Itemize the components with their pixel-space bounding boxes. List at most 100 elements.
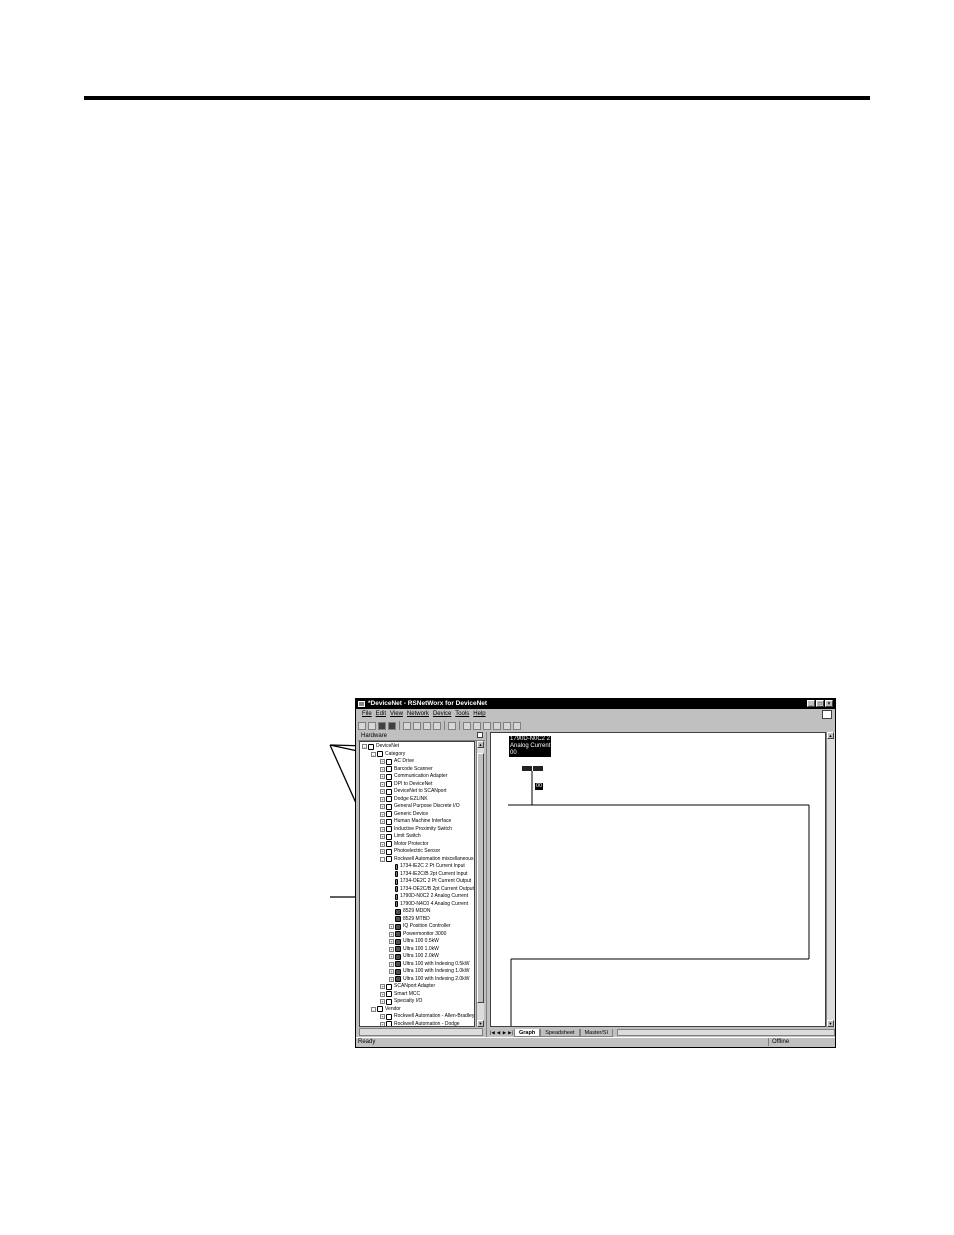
mdi-restore-button[interactable]: [822, 710, 832, 719]
tree-item[interactable]: + Inductive Proximity Switch: [380, 826, 452, 834]
tree-item[interactable]: + Ultra 100 0.5kW: [389, 938, 439, 946]
properties-icon[interactable]: [513, 721, 521, 730]
expand-icon[interactable]: +: [380, 999, 385, 1005]
tree-item[interactable]: + Photoelectric Sensor: [380, 848, 440, 856]
device-icon[interactable]: [522, 766, 532, 771]
tree-item[interactable]: 8529 MDDN: [389, 908, 431, 916]
graph-vscrollbar[interactable]: ▲ ▼: [826, 732, 835, 1027]
maximize-button[interactable]: □: [816, 700, 824, 707]
tree-item[interactable]: + Ultra 100 with Indexing 2.0kW: [389, 976, 469, 984]
tree-item[interactable]: 1790D-N4C0 4 Analog Current: [389, 901, 468, 909]
tree-item[interactable]: + Generic Device: [380, 811, 428, 819]
collapse-icon[interactable]: -: [380, 856, 385, 862]
tree-item[interactable]: + Motor Protector: [380, 841, 428, 849]
new-icon[interactable]: [358, 721, 366, 730]
expand-icon[interactable]: +: [389, 961, 394, 967]
hardware-hscrollbar[interactable]: [359, 1028, 483, 1036]
tree-item[interactable]: - DeviceNet: [362, 743, 399, 751]
graph-hscrollbar[interactable]: [616, 1029, 835, 1036]
menu-network[interactable]: Network: [407, 709, 429, 719]
tree-item[interactable]: + Ultra 100 with Indexing 0.5kW: [389, 961, 469, 969]
tree-item[interactable]: + Ultra 100 1.0kW: [389, 946, 439, 954]
tree-item[interactable]: - Vendor: [371, 1006, 401, 1014]
expand-icon[interactable]: +: [380, 984, 385, 990]
close-button[interactable]: ×: [825, 700, 833, 707]
tree-item[interactable]: + DPI to DeviceNet: [380, 781, 432, 789]
tree-item[interactable]: 8529 MTBD: [389, 916, 430, 924]
expand-icon[interactable]: +: [380, 811, 385, 817]
tab-graph[interactable]: Graph: [514, 1028, 541, 1037]
tree-item[interactable]: + AC Drive: [380, 758, 414, 766]
tab-master-slave[interactable]: Master/Sl: [579, 1028, 613, 1037]
expand-icon[interactable]: +: [380, 826, 385, 832]
scroll-up-icon[interactable]: ▲: [827, 732, 834, 739]
tree-item[interactable]: 1734-OE2C/B 2pt Current Output: [389, 886, 474, 894]
copy-icon[interactable]: [413, 721, 421, 730]
scroll-down-icon[interactable]: ▼: [477, 1020, 484, 1027]
expand-icon[interactable]: +: [380, 1014, 385, 1020]
hardware-vscrollbar[interactable]: ▲ ▼: [476, 741, 484, 1027]
paste-icon[interactable]: [423, 721, 431, 730]
expand-icon[interactable]: +: [380, 804, 385, 810]
tree-item[interactable]: + General Purpose Discrete I/O: [380, 803, 460, 811]
menu-edit[interactable]: Edit: [376, 709, 386, 719]
expand-icon[interactable]: +: [389, 954, 394, 960]
tree-item[interactable]: + Barcode Scanner: [380, 766, 433, 774]
next-tab-icon[interactable]: ▶: [502, 1030, 507, 1036]
expand-icon[interactable]: +: [380, 849, 385, 855]
expand-icon[interactable]: +: [380, 759, 385, 765]
tree-item[interactable]: - Category: [371, 751, 405, 759]
tree-item[interactable]: - Rockwell Automation miscellaneous: [380, 856, 473, 864]
expand-icon[interactable]: +: [380, 991, 385, 997]
menu-help[interactable]: Help: [473, 709, 485, 719]
tree-item[interactable]: 1790D-N0C2 2 Analog Current: [389, 893, 468, 901]
network-graph[interactable]: 1790D-N0C2 2 Analog Current 00 00: [490, 732, 826, 1027]
expand-icon[interactable]: +: [380, 774, 385, 780]
expand-icon[interactable]: +: [389, 946, 394, 952]
menu-tools[interactable]: Tools: [455, 709, 469, 719]
download-icon[interactable]: [503, 721, 511, 730]
expand-icon[interactable]: +: [389, 976, 394, 982]
graph-view-icon[interactable]: [463, 721, 471, 730]
help-icon[interactable]: [433, 721, 441, 730]
expand-icon[interactable]: +: [389, 969, 394, 975]
expand-icon[interactable]: +: [389, 924, 394, 930]
expand-icon[interactable]: +: [389, 931, 394, 937]
tree-item[interactable]: 1734-OE2C 2 Pt Current Output: [389, 878, 471, 886]
expand-icon[interactable]: +: [380, 1021, 385, 1026]
device-icon[interactable]: [533, 766, 543, 771]
tree-item[interactable]: + Powermonitor 3000: [389, 931, 446, 939]
first-tab-icon[interactable]: |◀: [490, 1030, 495, 1036]
tree-item[interactable]: + IQ Position Controller: [389, 923, 451, 931]
expand-icon[interactable]: +: [380, 834, 385, 840]
tree-item[interactable]: + Dodge EZLINK: [380, 796, 428, 804]
tree-item[interactable]: + DeviceNet to SCANport: [380, 788, 447, 796]
menu-device[interactable]: Device: [433, 709, 451, 719]
tree-item[interactable]: + Ultra 100 with Indexing 1.0kW: [389, 968, 469, 976]
upload-icon[interactable]: [493, 721, 501, 730]
expand-icon[interactable]: +: [380, 789, 385, 795]
tree-item[interactable]: + Specialty I/O: [380, 998, 422, 1006]
minimize-button[interactable]: _: [807, 700, 815, 707]
tree-item[interactable]: + Rockwell Automation - Allen-Bradley: [380, 1013, 474, 1021]
pane-splitter[interactable]: [486, 732, 489, 1037]
close-pane-icon[interactable]: [477, 732, 483, 738]
expand-icon[interactable]: +: [380, 766, 385, 772]
expand-icon[interactable]: +: [380, 781, 385, 787]
cut-icon[interactable]: [403, 721, 411, 730]
open-icon[interactable]: [368, 721, 376, 730]
online-icon[interactable]: [483, 721, 491, 730]
menu-view[interactable]: View: [390, 709, 403, 719]
zoom-icon[interactable]: [448, 721, 456, 730]
collapse-icon[interactable]: -: [371, 751, 376, 757]
tree-item[interactable]: + Communication Adapter: [380, 773, 447, 781]
collapse-icon[interactable]: -: [371, 1006, 376, 1012]
expand-icon[interactable]: +: [389, 939, 394, 945]
expand-icon[interactable]: +: [380, 841, 385, 847]
last-tab-icon[interactable]: ▶|: [508, 1030, 513, 1036]
save-icon[interactable]: [378, 721, 386, 730]
tree-item[interactable]: + Smart MCC: [380, 991, 420, 999]
print-icon[interactable]: [388, 721, 396, 730]
tab-spreadsheet[interactable]: Speadsheet: [540, 1028, 580, 1037]
tree-item[interactable]: + Limit Switch: [380, 833, 421, 841]
